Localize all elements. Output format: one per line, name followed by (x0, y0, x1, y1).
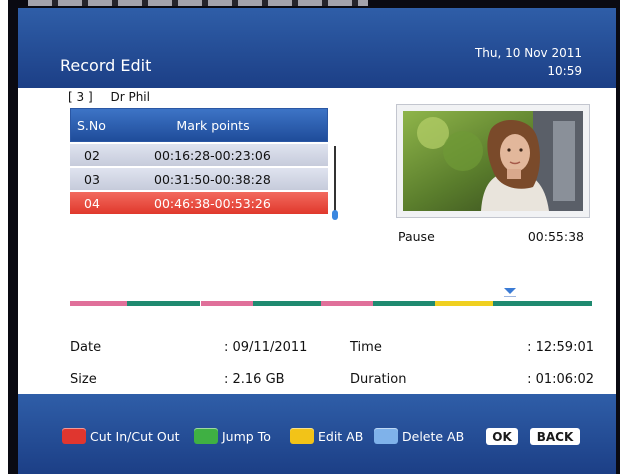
timeline-segment (252, 301, 321, 306)
position-marker-icon (504, 288, 516, 294)
tv-screen: Record Edit Thu, 10 Nov 2011 10:59 [ 3 ]… (8, 0, 620, 474)
yellow-button[interactable]: Edit AB (290, 428, 363, 444)
channel-number: [ 3 ] (68, 90, 93, 104)
time-value: : 12:59:01 (527, 340, 594, 355)
timeline-segment (127, 301, 201, 306)
yellow-key-icon (290, 428, 314, 444)
list-header: S.No Mark points (70, 108, 328, 142)
row-sno: 04 (84, 195, 100, 211)
green-button-label: Jump To (222, 428, 271, 444)
page-title: Record Edit (60, 56, 152, 75)
blue-button-label: Delete AB (402, 428, 465, 444)
channel-name: Dr Phil (110, 90, 150, 104)
playback-position: 00:55:38 (527, 229, 584, 244)
column-mark-points: Mark points (176, 117, 250, 133)
red-button[interactable]: Cut In/Cut Out (62, 428, 180, 444)
video-preview (396, 104, 590, 218)
size-value: : 2.16 GB (224, 372, 285, 387)
timeline-segment (320, 301, 373, 306)
list-scrollbar[interactable] (334, 146, 336, 216)
video-frame (403, 111, 583, 211)
recording-timeline[interactable] (70, 301, 592, 306)
list-item[interactable]: 03 00:31:50-00:38:28 (70, 168, 328, 190)
duration-value: : 01:06:02 (527, 372, 594, 387)
timeline-segment (372, 301, 436, 306)
row-sno: 03 (84, 171, 100, 187)
list-item-selected[interactable]: 04 00:46:38-00:53:26 (70, 192, 328, 214)
playback-state: Pause (398, 229, 435, 244)
clock-date: Thu, 10 Nov 2011 (474, 46, 582, 60)
scrollbar-thumb[interactable] (332, 210, 338, 220)
content-panel: [ 3 ] Dr Phil S.No Mark points 02 00:16:… (18, 88, 616, 394)
size-label: Size (70, 372, 97, 387)
blue-key-icon (374, 428, 398, 444)
timeline-segment (435, 301, 493, 306)
yellow-button-label: Edit AB (318, 428, 364, 444)
clock-time: 10:59 (547, 64, 582, 78)
list-item[interactable]: 02 00:16:28-00:23:06 (70, 144, 328, 166)
timeline-segment (200, 301, 253, 306)
back-button[interactable]: BACK (530, 428, 580, 445)
ok-button[interactable]: OK (486, 428, 518, 445)
green-button[interactable]: Jump To (194, 428, 271, 444)
video-image (403, 111, 583, 211)
time-label: Time (350, 340, 382, 355)
red-button-label: Cut In/Cut Out (90, 428, 180, 444)
duration-label: Duration (350, 372, 407, 387)
position-marker-line (504, 296, 516, 297)
row-mark-points: 00:16:28-00:23:06 (154, 147, 271, 163)
row-mark-points: 00:31:50-00:38:28 (154, 171, 271, 187)
clock: Thu, 10 Nov 2011 10:59 (475, 44, 582, 80)
timeline-segment (492, 301, 592, 306)
red-key-icon (62, 428, 86, 444)
timeline-segment (70, 301, 128, 306)
green-key-icon (194, 428, 218, 444)
channel-info: [ 3 ] Dr Phil (68, 90, 150, 104)
date-value: : 09/11/2011 (224, 340, 308, 355)
mark-points-list: S.No Mark points 02 00:16:28-00:23:06 03… (70, 108, 328, 214)
row-sno: 02 (84, 147, 100, 163)
date-label: Date (70, 340, 102, 355)
column-sno: S.No (77, 117, 106, 133)
row-mark-points: 00:46:38-00:53:26 (154, 195, 271, 211)
top-strip (28, 0, 368, 6)
blue-button[interactable]: Delete AB (374, 428, 464, 444)
